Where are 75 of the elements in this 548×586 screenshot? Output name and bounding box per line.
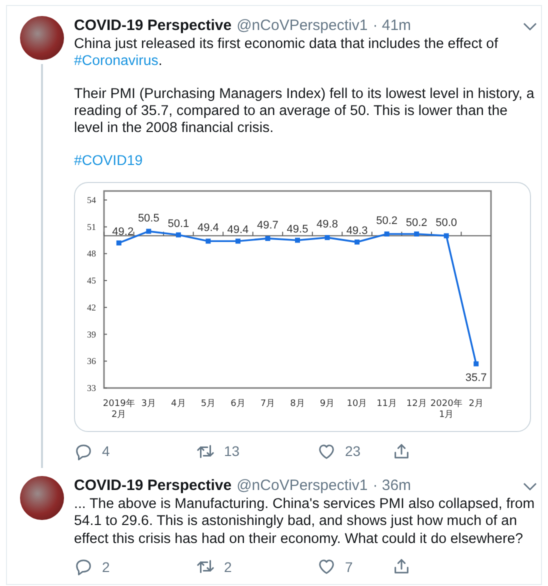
data-point xyxy=(295,238,300,243)
caret-icon[interactable] xyxy=(523,482,537,491)
data-point xyxy=(265,236,270,242)
data-label: 50.5 xyxy=(138,212,160,225)
data-label: 50.0 xyxy=(436,217,458,229)
x-tick-label: 10月 xyxy=(346,399,368,410)
data-label: 49.2 xyxy=(112,226,134,238)
tweet-text: China just released its first economic data that includes the effect of #Coronavirus. xyxy=(74,36,500,70)
like-icon xyxy=(317,442,336,461)
author-handle[interactable]: @nCoVPerspectiv1 xyxy=(236,476,368,496)
tweet-text: Their PMI (Purchasing Managers Index) fell to its lowest level in history, a reading of 35.7, compared to an average of 50. This is lower than the level in the 2008 financial crisis. xyxy=(74,86,536,138)
data-label: 49.4 xyxy=(227,224,249,236)
share-icon xyxy=(392,557,411,576)
x-tick-label: 7月 xyxy=(260,399,276,410)
x-tick-label: 3月 xyxy=(141,399,156,410)
x-tick-label: 5月 xyxy=(200,399,216,410)
like-button[interactable]: 23 xyxy=(317,442,392,461)
data-label: 50.1 xyxy=(168,218,190,230)
data-label: 49.7 xyxy=(257,220,278,232)
like-button[interactable]: 7 xyxy=(317,557,392,576)
reply-button[interactable]: 4 xyxy=(74,442,196,461)
data-point xyxy=(116,240,122,246)
data-point xyxy=(474,362,479,367)
x-tick-label: 6月 xyxy=(230,399,246,410)
data-point xyxy=(384,232,390,237)
x-tick-label: 12月 xyxy=(406,399,427,410)
tweet-text: ... The above is Manufacturing. China's services PMI also collapsed, from 54.1 to 29.6. This is astonishingly bad, and shows just how much of an effect this crisis has had on their economy. What could it do elsewhere? xyxy=(74,496,536,548)
data-point xyxy=(146,229,152,234)
hashtag-link[interactable]: #COVID19 xyxy=(74,153,143,170)
data-point xyxy=(444,234,449,238)
data-label: 49.5 xyxy=(286,223,308,236)
x-tick-label: 8月 xyxy=(290,399,305,410)
y-tick-label: 51 xyxy=(87,222,96,232)
x-tick-label: 9月 xyxy=(320,399,335,410)
y-tick-label: 45 xyxy=(87,276,96,286)
data-label: 50.2 xyxy=(406,217,428,230)
reply-icon xyxy=(74,442,93,461)
y-tick-label: 33 xyxy=(87,383,96,394)
y-tick-label: 48 xyxy=(87,248,96,259)
author-name[interactable]: COVID-19 Perspective xyxy=(74,476,232,496)
caret-icon[interactable] xyxy=(523,22,537,30)
x-tick-label: 2月 xyxy=(468,399,484,410)
reply-icon xyxy=(74,557,93,576)
tweet-time[interactable]: · 36m xyxy=(372,476,412,496)
data-label: 50.2 xyxy=(376,215,398,228)
data-label: 49.8 xyxy=(316,218,338,231)
retweet-button[interactable]: 2 xyxy=(196,557,317,576)
x-tick-label: 2020年 1月 xyxy=(430,399,462,420)
tweet-time[interactable]: · 41m xyxy=(372,16,412,36)
hashtag-link[interactable]: #Coronavirus xyxy=(74,53,158,70)
x-tick-label: 11月 xyxy=(376,399,398,410)
x-tick-label: 2019年 2月 xyxy=(102,399,135,420)
y-tick-label: 39 xyxy=(87,330,96,340)
data-point xyxy=(414,232,420,237)
avatar[interactable] xyxy=(20,476,64,520)
x-tick-label: 4月 xyxy=(171,399,186,410)
y-tick-label: 54 xyxy=(87,195,96,206)
like-icon xyxy=(317,557,336,576)
reply-button[interactable]: 2 xyxy=(74,557,196,576)
data-point xyxy=(235,238,240,244)
y-tick-label: 42 xyxy=(87,302,96,313)
data-label: 35.7 xyxy=(465,372,487,384)
author-handle[interactable]: @nCoVPerspectiv1 xyxy=(236,16,368,36)
data-point xyxy=(206,238,211,244)
retweet-button[interactable]: 13 xyxy=(196,442,317,461)
data-point xyxy=(354,240,360,245)
data-label: 49.3 xyxy=(346,225,368,238)
data-point xyxy=(176,232,181,238)
data-label: 49.4 xyxy=(197,222,219,234)
data-point xyxy=(324,235,330,240)
avatar[interactable] xyxy=(20,16,64,60)
chart-card[interactable]: 33 36 39 42 45 48 51 54 2019年 2月 3月 4月 5月 6月 7月 8月 9月 10月 11月 12月 2020年 1月 2月 49.2 50.5 50.1 49.4 49.4 49.7 49.5 49.8 49.3 50.2 50.2 50.0 35.7 xyxy=(74,182,531,432)
author-name[interactable]: COVID-19 Perspective xyxy=(74,16,232,36)
y-tick-label: 36 xyxy=(87,356,96,366)
share-icon xyxy=(392,442,411,461)
